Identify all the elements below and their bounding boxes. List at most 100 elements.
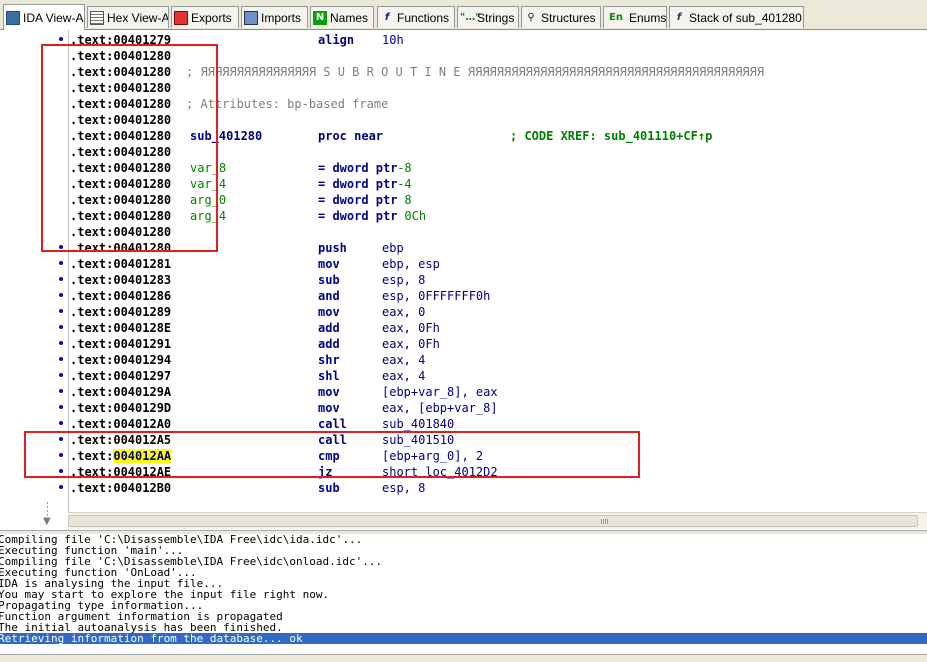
structures-icon: ⚲ <box>527 11 535 23</box>
operands: eax, 0 <box>382 305 426 319</box>
instruction-marker-icon <box>59 293 63 297</box>
listing-line[interactable]: .text:00401281 mov ebp, esp <box>70 256 440 272</box>
listing-line[interactable]: .text:004012B0 sub esp, 8 <box>70 480 425 496</box>
output-window[interactable]: Compiling file 'C:\Disassemble\IDA Free\… <box>0 534 927 644</box>
operands: -8 <box>397 161 412 175</box>
instruction-marker-icon <box>59 389 63 393</box>
output-line[interactable]: Retrieving information from the database… <box>0 633 927 644</box>
instruction-marker-icon <box>59 485 63 489</box>
listing-line[interactable]: .text:0040129A mov [ebp+var_8], eax <box>70 384 498 400</box>
address: 0040128E <box>113 321 172 335</box>
tab-hex-view[interactable]: Hex View-A <box>87 6 169 28</box>
segment-name: .text: <box>70 321 114 335</box>
operands: eax, [ebp+var_8] <box>382 401 498 415</box>
mnemonic: call <box>318 417 347 431</box>
instruction-marker-icon <box>59 261 63 265</box>
tab-label: Functions <box>397 10 450 25</box>
tab-imports[interactable]: Imports <box>241 6 308 28</box>
tab-label: IDA View-A <box>23 10 84 25</box>
tab-label: Stack of sub_401280 <box>689 10 802 25</box>
listing-line[interactable]: .text:00401286 and esp, 0FFFFFFF0h <box>70 288 490 304</box>
listing-line[interactable]: .text:00401289 mov eax, 0 <box>70 304 425 320</box>
strings-icon: "…" <box>460 11 481 23</box>
horizontal-scrollbar[interactable] <box>68 512 927 529</box>
operands: esp, 8 <box>382 273 426 287</box>
operands: eax, 4 <box>382 369 426 383</box>
tab-names[interactable]: N Names <box>310 6 374 28</box>
exports-icon <box>174 10 188 25</box>
listing-line[interactable]: .text:00401283 sub esp, 8 <box>70 272 425 288</box>
operands: esp, 8 <box>382 481 426 495</box>
mnemonic: = dword ptr <box>318 177 398 191</box>
operands: eax, 0Fh <box>382 321 440 335</box>
disassembly-view[interactable]: .text:00401279 align 10h .text:00401280 .tex… <box>0 30 927 530</box>
mnemonic: add <box>318 337 340 351</box>
segment-name: .text: <box>70 401 114 415</box>
mnemonic: mov <box>318 305 340 319</box>
operands: 0Ch <box>397 209 427 223</box>
tab-structures[interactable]: ⚲ Structures <box>521 6 601 28</box>
ida-view-icon <box>6 10 20 25</box>
address: 00401297 <box>113 369 172 383</box>
address: 00401281 <box>113 257 172 271</box>
segment-name: .text: <box>70 273 114 287</box>
operands: ebp <box>382 241 404 255</box>
flow-arrow-down-icon: ▼ <box>43 516 51 527</box>
tab-enums[interactable]: En Enums <box>603 6 667 28</box>
scrollbar-grip-icon <box>601 519 609 524</box>
tab-strings[interactable]: "…" Strings <box>457 6 519 28</box>
tab-label: Exports <box>191 10 232 25</box>
tab-label: Hex View-A <box>107 10 169 25</box>
tab-label: Names <box>330 10 369 25</box>
tab-exports[interactable]: Exports <box>171 6 239 28</box>
instruction-marker-icon <box>59 309 63 313</box>
mnemonic: sub <box>318 273 340 287</box>
listing-line[interactable]: .text:0040128E add eax, 0Fh <box>70 320 440 336</box>
instruction-marker-icon <box>59 37 63 41</box>
mnemonic: sub <box>318 481 340 495</box>
mnemonic: mov <box>318 257 340 271</box>
address: 0040129A <box>113 385 172 399</box>
mnemonic: push <box>318 241 347 255</box>
operands: 8 <box>397 193 412 207</box>
tab-stack[interactable]: f Stack of sub_401280 <box>669 6 804 28</box>
enums-icon: En <box>609 11 623 23</box>
tab-functions[interactable]: f Functions <box>377 6 455 28</box>
segment-name: .text: <box>70 481 114 495</box>
listing-line[interactable]: .text:00401294 shr eax, 4 <box>70 352 425 368</box>
hex-view-icon <box>90 10 104 25</box>
instruction-marker-icon <box>59 357 63 361</box>
tab-label: Structures <box>541 10 596 25</box>
comment: ; ЯЯЯЯЯЯЯЯЯЯЯЯЯЯЯЯ S U B R O U T I N E Я… <box>186 65 764 79</box>
listing-line[interactable]: .text:00401297 shl eax, 4 <box>70 368 425 384</box>
listing-line[interactable]: .text:0040129D mov eax, [ebp+var_8] <box>70 400 498 416</box>
mnemonic: mov <box>318 401 340 415</box>
code-xref: ; CODE XREF: sub_401110+CF↑p <box>510 129 713 143</box>
scrollbar-thumb[interactable] <box>68 515 918 527</box>
mnemonic: = dword ptr <box>318 161 398 175</box>
mnemonic: shr <box>318 353 340 367</box>
address: 004012B0 <box>113 481 172 495</box>
address: 00401289 <box>113 305 172 319</box>
mnemonic: proc near <box>318 129 384 143</box>
listing-line[interactable]: .text:004012A0 call sub_401840 <box>70 416 454 432</box>
address: 0040129D <box>113 401 172 415</box>
segment-name: .text: <box>70 305 114 319</box>
operands: ebp, esp <box>382 257 440 271</box>
operands: [ebp+var_8], eax <box>382 385 498 399</box>
address: 004012A0 <box>113 417 172 431</box>
tab-ida-view[interactable]: IDA View-A <box>3 4 85 30</box>
address: 00401283 <box>113 273 172 287</box>
tab-label: Strings <box>477 10 515 25</box>
address: 00401291 <box>113 337 172 351</box>
operands: eax, 0Fh <box>382 337 440 351</box>
segment-name: .text: <box>70 353 114 367</box>
operands: esp, 0FFFFFFF0h <box>382 289 491 303</box>
mnemonic: align <box>318 33 355 47</box>
segment-name: .text: <box>70 369 114 383</box>
tab-bar: IDA View-A Hex View-A Exports Imports N Names… <box>0 0 927 30</box>
mnemonic: shl <box>318 369 340 383</box>
instruction-marker-icon <box>59 405 63 409</box>
operands: -4 <box>397 177 412 191</box>
listing-line[interactable]: .text:00401291 add eax, 0Fh <box>70 336 440 352</box>
